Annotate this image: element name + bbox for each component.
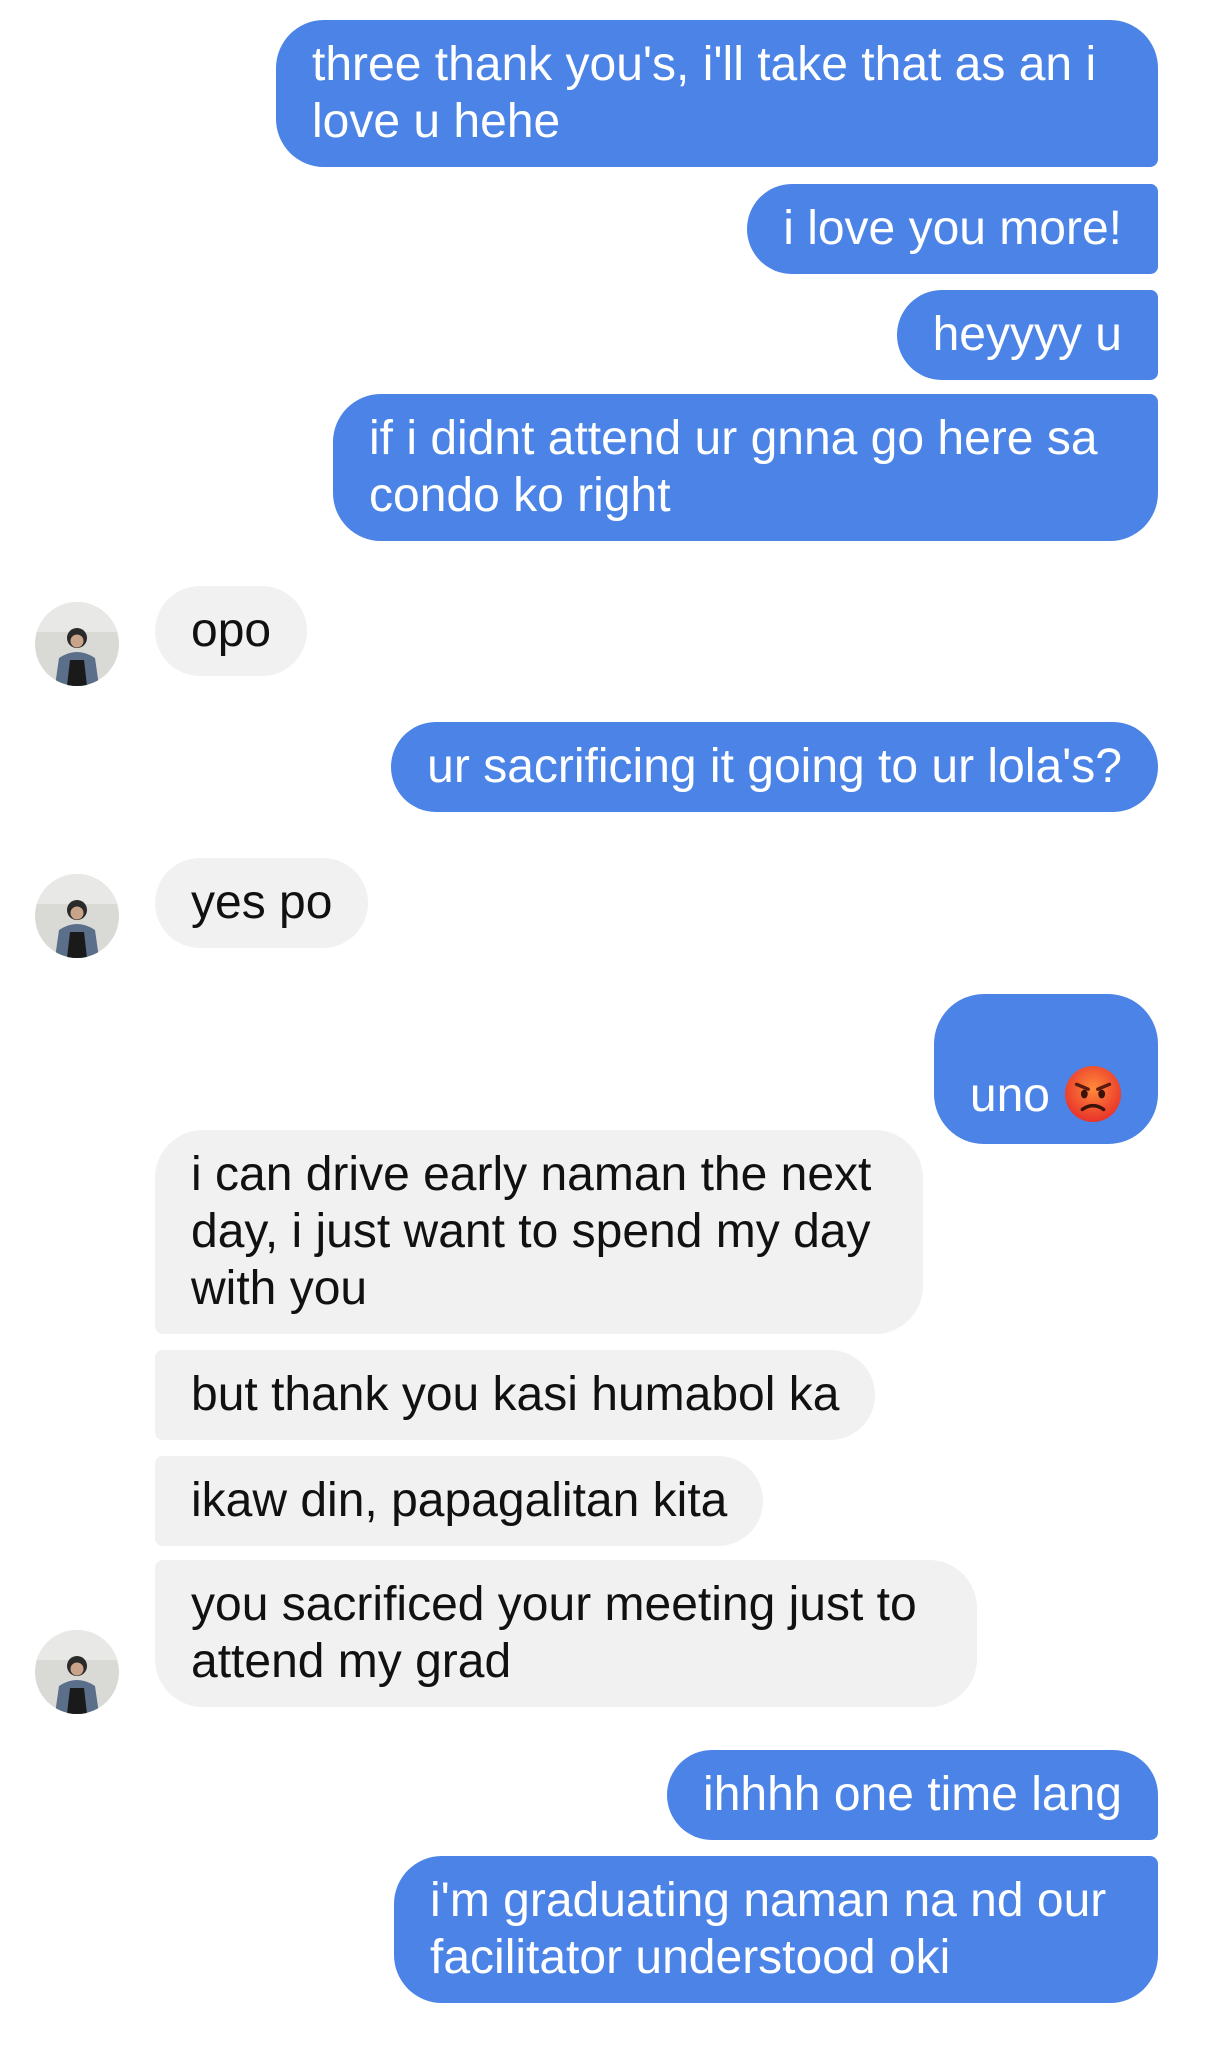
received-message[interactable]: but thank you kasi humabol ka: [155, 1350, 876, 1440]
received-message[interactable]: you sacrificed your meeting just to atte…: [155, 1560, 977, 1707]
sent-message[interactable]: i love you more!: [747, 184, 1158, 274]
message-text: uno: [969, 1069, 1050, 1122]
sent-message[interactable]: ur sacrificing it going to ur lola's?: [391, 722, 1158, 812]
sent-message[interactable]: three thank you's, i'll take that as an …: [276, 20, 1158, 167]
received-message[interactable]: ikaw din, papagalitan kita: [155, 1456, 764, 1546]
sent-message[interactable]: uno: [933, 994, 1158, 1145]
received-message[interactable]: i can drive early naman the next day, i …: [155, 1130, 923, 1334]
sent-message[interactable]: if i didnt attend ur gnna go here sa con…: [333, 394, 1158, 541]
sent-message[interactable]: heyyyy u: [896, 290, 1158, 380]
avatar-photo-icon: [35, 874, 119, 958]
sent-message[interactable]: ihhhh one time lang: [667, 1750, 1158, 1840]
contact-avatar[interactable]: [35, 602, 119, 686]
avatar-photo-icon: [35, 602, 119, 686]
avatar-photo-icon: [35, 1630, 119, 1714]
received-message[interactable]: yes po: [155, 858, 369, 948]
contact-avatar[interactable]: [35, 874, 119, 958]
sent-message[interactable]: i'm graduating naman na nd our facilitat…: [394, 1856, 1158, 2003]
contact-avatar[interactable]: [35, 1630, 119, 1714]
angry-face-icon: [1064, 1066, 1122, 1123]
received-message[interactable]: opo: [155, 586, 308, 676]
